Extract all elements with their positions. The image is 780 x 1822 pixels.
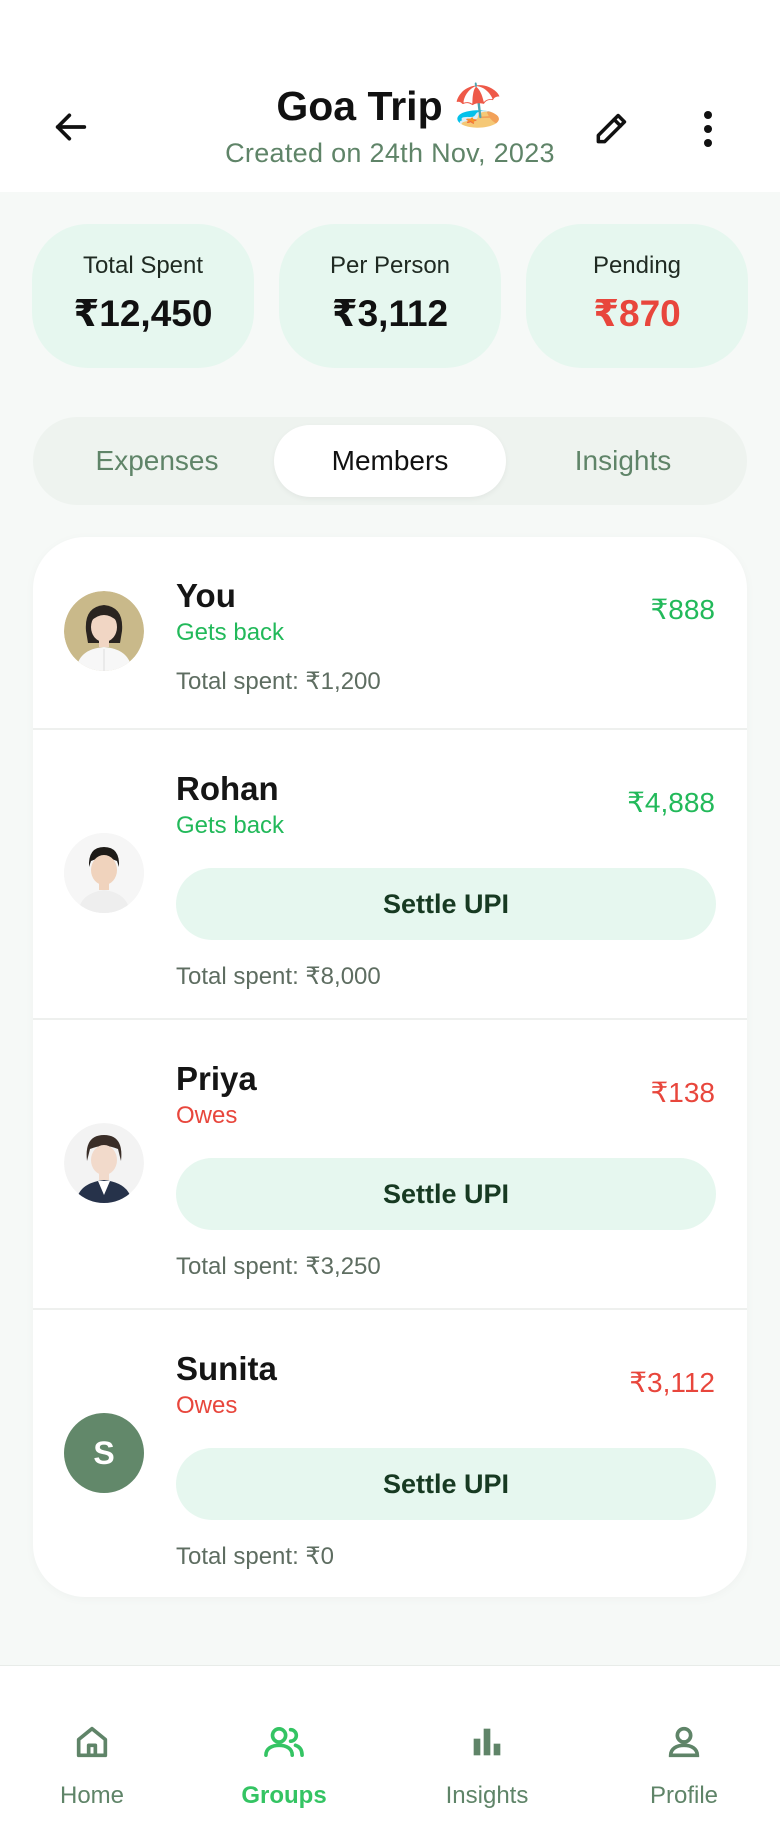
edit-button[interactable]	[586, 104, 636, 154]
stat-pending: Pending ₹870	[526, 224, 748, 368]
group-name: Goa Trip	[276, 82, 443, 129]
more-options-button[interactable]	[686, 104, 730, 154]
page-title: Goa Trip 🏖️	[276, 82, 503, 130]
bottom-navigation: Home Groups Insights Profile	[0, 1665, 780, 1822]
nav-label: Home	[59, 1782, 125, 1809]
created-date: Created on 24th Nov, 2023	[225, 138, 555, 168]
member-status: Owes	[176, 1102, 238, 1129]
member-status: Gets back	[176, 812, 285, 839]
beach-umbrella-icon: 🏖️	[452, 82, 504, 128]
member-status: Gets back	[176, 619, 285, 646]
bar-chart-icon	[473, 1728, 501, 1756]
member-name: Sunita	[176, 1350, 277, 1387]
member-total-spent: Total spent: ₹1,200	[176, 668, 381, 695]
stat-label: Per Person	[329, 252, 451, 279]
member-total-spent: Total spent: ₹0	[176, 1543, 335, 1570]
groups-icon	[264, 1727, 304, 1757]
member-balance: ₹138	[650, 1077, 715, 1108]
segment-tabs: Expenses Members Insights	[33, 417, 747, 505]
avatar: S	[64, 1413, 144, 1493]
stat-value: ₹870	[593, 293, 681, 334]
stat-total-spent: Total Spent ₹12,450	[32, 224, 254, 368]
nav-profile[interactable]: Profile	[609, 1666, 759, 1822]
nav-insights[interactable]: Insights	[412, 1666, 562, 1822]
woman-avatar-icon	[64, 591, 144, 671]
stat-value: ₹3,112	[331, 293, 449, 334]
settle-upi-button[interactable]: Settle UPI	[176, 868, 716, 940]
list-item[interactable]: S Sunita Owes ₹3,112 Settle UPI Total sp…	[33, 1310, 747, 1597]
profile-icon	[668, 1726, 700, 1758]
tab-expenses[interactable]: Expenses	[41, 425, 273, 497]
settle-upi-button[interactable]: Settle UPI	[176, 1158, 716, 1230]
member-balance: ₹4,888	[627, 787, 715, 818]
tab-insights[interactable]: Insights	[507, 425, 739, 497]
header-title-block: Goa Trip 🏖️ Created on 24th Nov, 2023	[0, 82, 780, 169]
members-list: You Gets back ₹888 Total spent: ₹1,200 R…	[33, 537, 747, 1597]
member-name: Priya	[176, 1060, 257, 1097]
settle-upi-button[interactable]: Settle UPI	[176, 1448, 716, 1520]
nav-groups[interactable]: Groups	[209, 1666, 359, 1822]
tab-members[interactable]: Members	[274, 425, 506, 497]
man-avatar-icon	[64, 833, 144, 913]
member-total-spent: Total spent: ₹8,000	[176, 963, 381, 990]
list-item[interactable]: You Gets back ₹888 Total spent: ₹1,200	[33, 537, 747, 730]
avatar	[64, 1123, 144, 1203]
member-name: Rohan	[176, 770, 279, 807]
avatar	[64, 833, 144, 913]
member-total-spent: Total spent: ₹3,250	[176, 1253, 381, 1280]
more-vertical-icon	[704, 111, 712, 147]
member-balance: ₹888	[650, 594, 715, 625]
home-icon	[76, 1726, 108, 1758]
nav-label: Profile	[649, 1782, 719, 1809]
nav-home[interactable]: Home	[17, 1666, 167, 1822]
list-item[interactable]: Rohan Gets back ₹4,888 Settle UPI Total …	[33, 730, 747, 1020]
member-name: You	[176, 577, 236, 614]
member-balance: ₹3,112	[629, 1367, 715, 1398]
young-man-avatar-icon	[64, 1123, 144, 1203]
stat-label: Pending	[592, 252, 682, 279]
nav-label: Insights	[445, 1782, 529, 1809]
pencil-icon	[596, 113, 627, 144]
stat-label: Total Spent	[82, 252, 204, 279]
nav-label: Groups	[241, 1782, 327, 1809]
list-item[interactable]: Priya Owes ₹138 Settle UPI Total spent: …	[33, 1020, 747, 1310]
stat-per-person: Per Person ₹3,112	[279, 224, 501, 368]
app-header: Goa Trip 🏖️ Created on 24th Nov, 2023	[0, 0, 780, 192]
member-status: Owes	[176, 1392, 238, 1419]
stat-value: ₹12,450	[73, 293, 213, 334]
avatar	[64, 591, 144, 671]
